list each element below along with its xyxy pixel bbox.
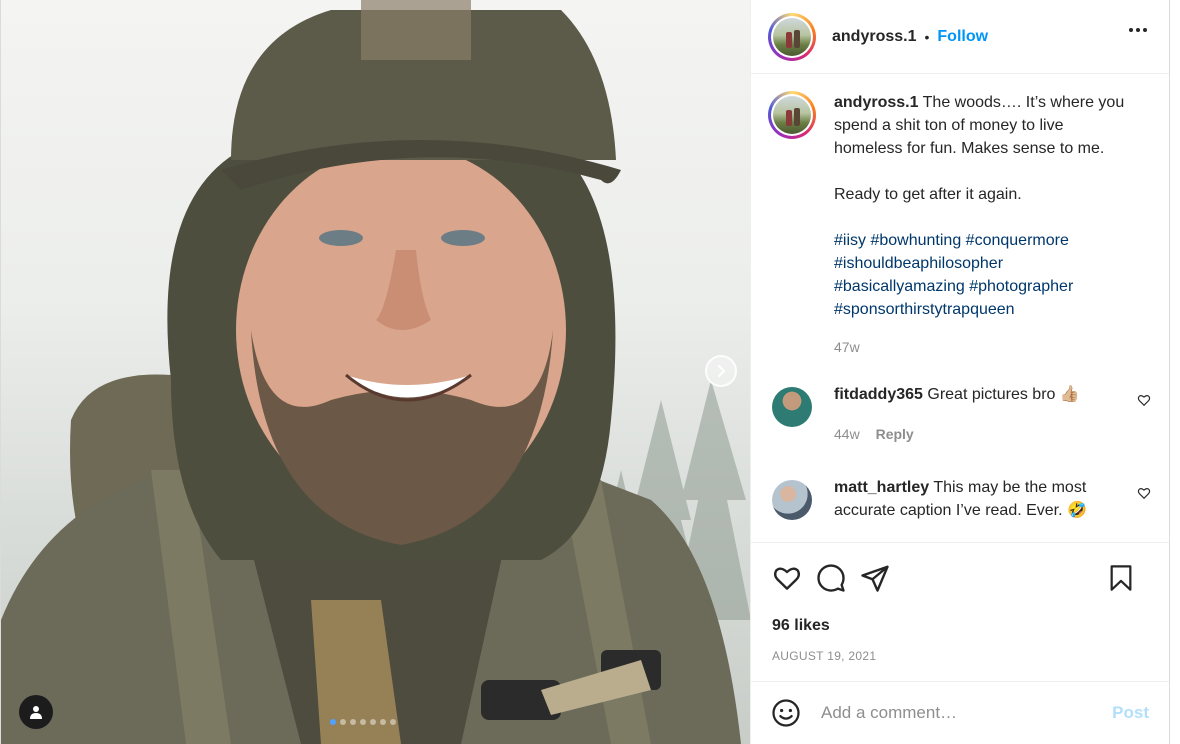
comment-icon xyxy=(817,564,845,592)
share-icon xyxy=(861,565,889,592)
commenter-avatar[interactable] xyxy=(772,480,812,520)
carousel-dot xyxy=(370,719,376,725)
tagged-users-button[interactable] xyxy=(19,695,53,729)
share-button[interactable] xyxy=(860,563,890,593)
heart-icon[interactable] xyxy=(1137,486,1151,500)
post-image xyxy=(1,0,750,744)
caption-hashtags: #iisy #bowhunting #conquermore #ishouldb… xyxy=(834,229,1134,321)
carousel-next-button[interactable] xyxy=(705,355,737,387)
heart-icon xyxy=(773,567,801,590)
comment-age[interactable]: 44w xyxy=(834,426,860,442)
bookmark-icon xyxy=(1110,565,1132,591)
post-sidebar: andyross.1 • Follow andyross.1 The woods… xyxy=(750,0,1170,744)
post-header: andyross.1 • Follow xyxy=(751,0,1169,74)
caption-age[interactable]: 47w xyxy=(834,336,1134,359)
hashtag-link[interactable]: #conquermore xyxy=(966,232,1069,249)
comment-text: Great pictures bro 👍🏼 xyxy=(927,386,1080,403)
carousel-dot xyxy=(380,719,386,725)
user-tag-icon xyxy=(30,706,42,719)
post-actions: 96 likes AUGUST 19, 2021 xyxy=(751,542,1169,663)
heart-icon[interactable] xyxy=(1137,393,1151,407)
hashtag-link[interactable]: #ishouldbeaphilosopher xyxy=(834,255,1003,272)
carousel-indicator xyxy=(330,719,396,725)
caption-avatar[interactable] xyxy=(768,91,816,139)
comments-list[interactable]: andyross.1 The woods…. It’s where you sp… xyxy=(751,74,1169,542)
carousel-dot xyxy=(360,719,366,725)
likes-count[interactable]: 96 likes xyxy=(751,595,1169,635)
reply-button[interactable]: Reply xyxy=(876,426,914,442)
comment-item: matt_hartley This may be the most accura… xyxy=(751,476,1169,522)
follow-button[interactable]: Follow xyxy=(937,28,988,46)
hashtag-link[interactable]: #photographer xyxy=(969,278,1073,295)
carousel-dot xyxy=(350,719,356,725)
save-button[interactable] xyxy=(1107,563,1135,593)
add-comment-form: Post xyxy=(751,681,1169,744)
comment-button[interactable] xyxy=(816,563,846,593)
carousel-dot xyxy=(390,719,396,725)
carousel-dot xyxy=(330,719,336,725)
caption-username[interactable]: andyross.1 xyxy=(834,94,918,111)
caption-line: Ready to get after it again. xyxy=(834,186,1022,203)
like-button[interactable] xyxy=(772,563,802,593)
hashtag-link[interactable]: #iisy xyxy=(834,232,866,249)
emoji-icon[interactable] xyxy=(771,698,801,728)
more-options-icon[interactable] xyxy=(1129,28,1147,32)
comment-item: fitdaddy365 Great pictures bro 👍🏼 44w Re… xyxy=(751,383,1169,446)
carousel-dot xyxy=(340,719,346,725)
commenter-avatar[interactable] xyxy=(772,387,812,427)
hashtag-link[interactable]: #bowhunting xyxy=(870,232,961,249)
commenter-username[interactable]: fitdaddy365 xyxy=(834,386,923,403)
post-date: AUGUST 19, 2021 xyxy=(772,649,877,663)
post-caption: andyross.1 The woods…. It’s where you sp… xyxy=(751,74,1169,359)
author-avatar[interactable] xyxy=(768,12,816,61)
commenter-username[interactable]: matt_hartley xyxy=(834,479,929,496)
hashtag-link[interactable]: #sponsorthirstytrapqueen xyxy=(834,301,1015,318)
post-photo[interactable] xyxy=(0,0,750,744)
comment-input[interactable] xyxy=(821,703,1113,723)
header-separator: • xyxy=(924,28,930,45)
author-username[interactable]: andyross.1 xyxy=(832,28,916,46)
chevron-right-icon xyxy=(718,365,726,377)
post-comment-button[interactable]: Post xyxy=(1112,703,1149,723)
hashtag-link[interactable]: #basicallyamazing xyxy=(834,278,965,295)
